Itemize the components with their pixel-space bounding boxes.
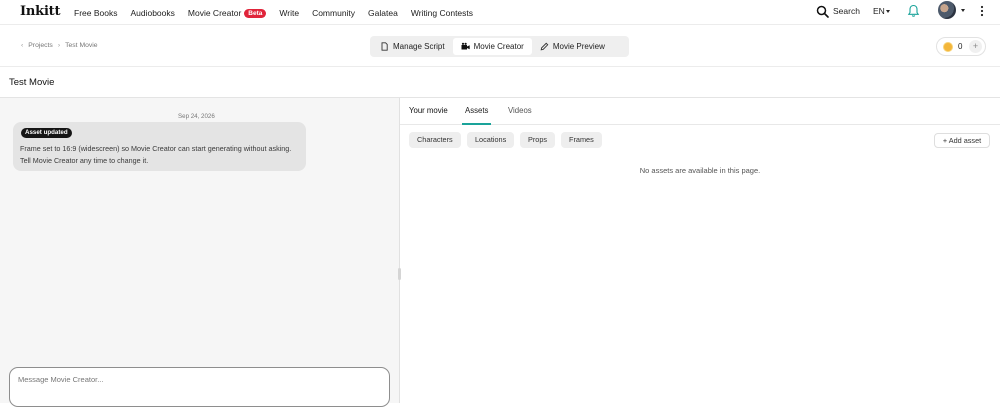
nav-link-movie-creator[interactable]: Movie Creator Beta — [188, 8, 267, 18]
top-navigation: Inkitt Free Books Audiobooks Movie Creat… — [0, 0, 1000, 25]
empty-assets-message: No assets are available in this page. — [639, 166, 761, 175]
search-icon[interactable] — [816, 5, 829, 18]
tab-assets[interactable]: Assets — [465, 106, 488, 115]
nav-link-community[interactable]: Community — [312, 8, 355, 18]
nav-link-write[interactable]: Write — [279, 8, 299, 18]
tab-movie-preview-label: Movie Preview — [552, 42, 605, 51]
panel-divider — [399, 98, 400, 403]
message-input[interactable] — [18, 375, 378, 384]
credit-count: 0 — [958, 42, 963, 51]
chat-message-text: Frame set to 16:9 (widescreen) so Movie … — [20, 144, 292, 165]
back-chevron-icon[interactable]: ‹ — [21, 42, 23, 49]
credits-pill[interactable]: 0 + — [936, 37, 986, 56]
page-title: Test Movie — [9, 77, 55, 88]
video-camera-icon — [461, 42, 470, 50]
chat-date: Sep 24, 2026 — [178, 113, 215, 120]
tab-manage-script[interactable]: Manage Script — [372, 38, 453, 55]
beta-badge: Beta — [244, 8, 267, 18]
mode-switcher: Manage Script Movie Creator Movie Previe… — [370, 36, 629, 57]
nav-link-writing-contests[interactable]: Writing Contests — [411, 8, 473, 18]
bell-icon[interactable] — [907, 4, 920, 18]
active-tab-indicator — [462, 123, 491, 125]
tab-videos[interactable]: Videos — [508, 106, 532, 115]
breadcrumb-projects[interactable]: Projects — [28, 42, 53, 49]
add-asset-button[interactable]: + Add asset — [934, 133, 990, 148]
coin-icon — [943, 42, 953, 52]
title-bar — [0, 67, 1000, 98]
message-composer[interactable] — [9, 367, 390, 407]
filter-frames[interactable]: Frames — [561, 132, 602, 148]
kebab-icon[interactable] — [980, 5, 984, 17]
language-selector[interactable]: EN — [873, 6, 885, 16]
search-label[interactable]: Search — [833, 6, 860, 16]
tab-movie-creator[interactable]: Movie Creator — [452, 38, 532, 55]
filter-characters[interactable]: Characters — [409, 132, 461, 148]
asset-panel-tabs — [400, 99, 1000, 125]
resize-handle[interactable] — [398, 268, 401, 280]
user-avatar[interactable] — [938, 1, 956, 19]
filter-props[interactable]: Props — [520, 132, 556, 148]
account-caret-icon[interactable] — [961, 9, 965, 12]
nav-link-galatea[interactable]: Galatea — [368, 8, 398, 18]
tab-movie-preview[interactable]: Movie Preview — [532, 38, 613, 55]
nav-link-audiobooks[interactable]: Audiobooks — [130, 8, 174, 18]
breadcrumb-separator-icon: › — [57, 42, 61, 49]
asset-updated-badge: Asset updated — [21, 128, 72, 138]
filter-locations[interactable]: Locations — [467, 132, 515, 148]
pencil-icon — [540, 42, 549, 51]
inkitt-logo[interactable]: Inkitt — [20, 4, 60, 19]
main-nav-links: Free Books Audiobooks Movie Creator Beta … — [74, 0, 473, 25]
add-credits-button[interactable]: + — [969, 40, 982, 53]
nav-link-movie-creator-label[interactable]: Movie Creator — [188, 8, 241, 18]
tab-manage-script-label: Manage Script — [393, 42, 445, 51]
tab-your-movie[interactable]: Your movie — [409, 106, 448, 115]
nav-link-free-books[interactable]: Free Books — [74, 8, 117, 18]
breadcrumb-current: Test Movie — [65, 42, 98, 49]
language-caret-icon[interactable] — [886, 10, 890, 13]
breadcrumb: ‹ Projects › Test Movie — [21, 42, 98, 49]
document-icon — [381, 42, 388, 51]
tab-movie-creator-label: Movie Creator — [473, 42, 524, 51]
